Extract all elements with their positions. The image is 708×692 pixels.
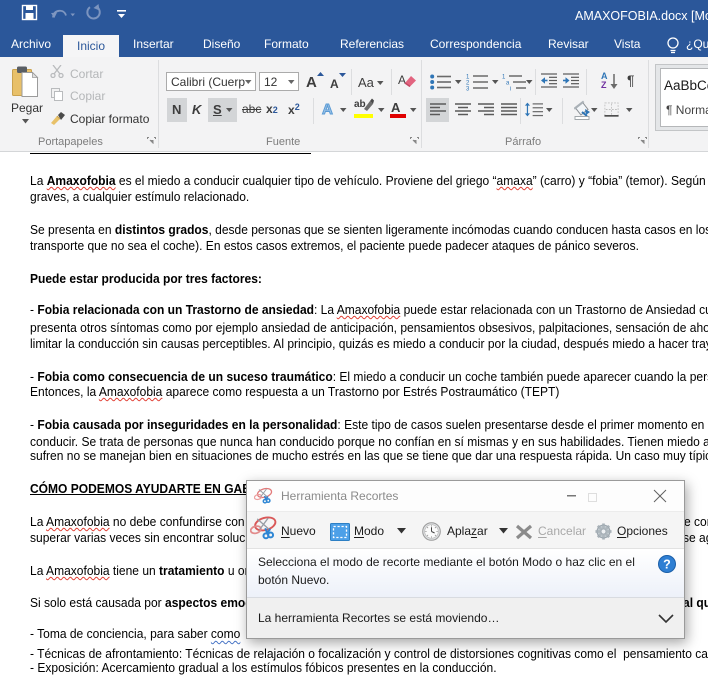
svg-text:i: i — [510, 87, 511, 92]
svg-text:?: ? — [663, 558, 671, 572]
svg-text:3: 3 — [466, 87, 470, 92]
